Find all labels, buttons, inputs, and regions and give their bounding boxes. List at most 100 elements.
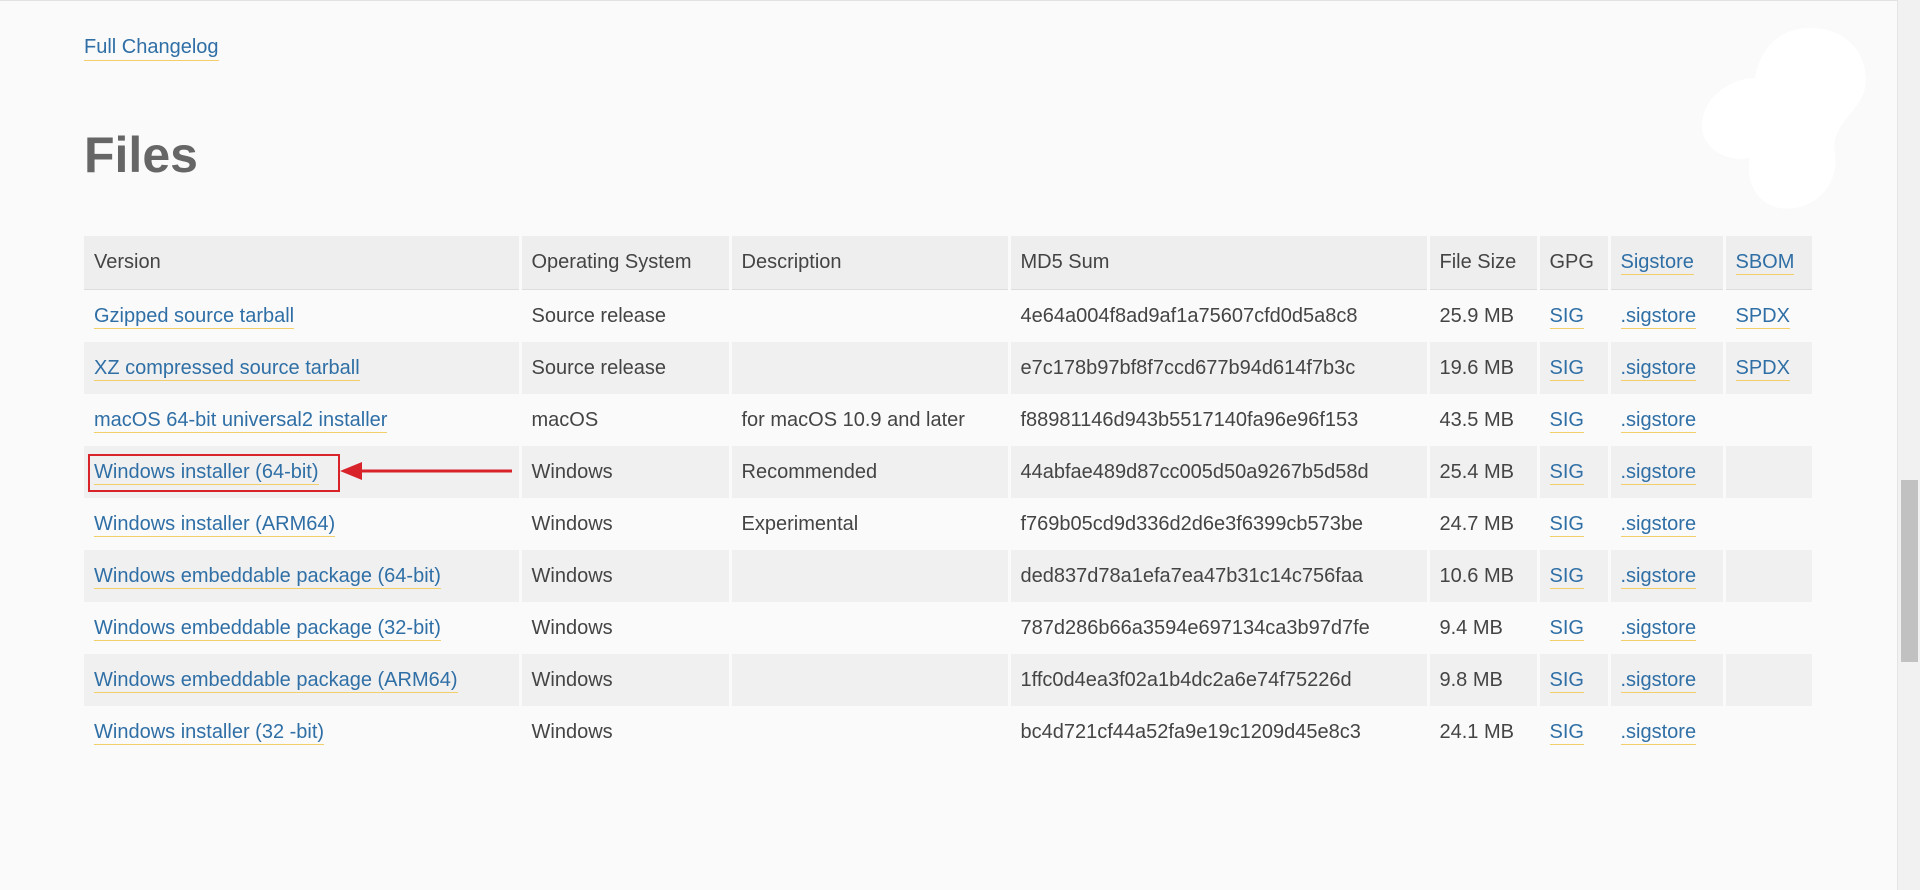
sbom-cell [1722,602,1812,654]
sigstore-cell[interactable]: .sigstore [1607,446,1724,498]
gpg-sig-link[interactable]: SIG [1549,304,1584,329]
md5-cell: 44abfae489d87cc005d50a9267b5d58d [1007,446,1428,498]
sbom-cell [1722,394,1812,446]
sigstore-link[interactable]: .sigstore [1620,408,1697,433]
sigstore-link[interactable]: .sigstore [1620,668,1697,693]
gpg-sig-link[interactable]: SIG [1549,512,1584,537]
gpg-cell[interactable]: SIG [1536,602,1609,654]
version-link[interactable]: Windows embeddable package (64-bit) [94,564,441,589]
os-cell: Windows [518,706,730,758]
size-cell: 10.6 MB [1426,550,1538,602]
sigstore-link[interactable]: .sigstore [1620,616,1697,641]
description-cell [728,550,1009,602]
sigstore-cell[interactable]: .sigstore [1607,602,1724,654]
gpg-sig-link[interactable]: SIG [1549,564,1584,589]
description-cell [728,602,1009,654]
os-cell: Windows [518,654,730,706]
header-file-size: File Size [1426,236,1538,290]
size-cell: 9.8 MB [1426,654,1538,706]
gpg-cell[interactable]: SIG [1536,394,1609,446]
version-cell[interactable]: Windows installer (32 -bit) [84,706,520,758]
header-operating-system: Operating System [518,236,730,290]
header-description: Description [728,236,1009,290]
description-cell [728,289,1009,342]
gpg-sig-link[interactable]: SIG [1549,668,1584,693]
sigstore-cell[interactable]: .sigstore [1607,394,1724,446]
description-cell: Experimental [728,498,1009,550]
sigstore-cell[interactable]: .sigstore [1607,706,1724,758]
sigstore-header-link[interactable]: Sigstore [1620,251,1694,275]
gpg-sig-link[interactable]: SIG [1549,356,1584,381]
gpg-sig-link[interactable]: SIG [1549,720,1584,745]
os-cell: Source release [518,342,730,394]
md5-cell: f88981146d943b5517140fa96e96f153 [1007,394,1428,446]
sbom-cell[interactable]: SPDX [1722,342,1812,394]
gpg-cell[interactable]: SIG [1536,550,1609,602]
gpg-cell[interactable]: SIG [1536,706,1609,758]
files-heading: Files [84,127,198,183]
header-sbom[interactable]: SBOM [1722,236,1812,290]
version-link[interactable]: XZ compressed source tarball [94,356,360,381]
version-cell[interactable]: Windows installer (ARM64) [84,498,520,550]
version-link[interactable]: Windows embeddable package (32-bit) [94,616,441,641]
version-link[interactable]: Windows installer (ARM64) [94,512,336,537]
version-cell[interactable]: Gzipped source tarball [84,289,520,342]
sigstore-cell[interactable]: .sigstore [1607,289,1724,342]
sigstore-link[interactable]: .sigstore [1620,460,1697,485]
sbom-spdx-link[interactable]: SPDX [1735,304,1790,329]
table-row: Windows embeddable package (ARM64) Windo… [84,654,1812,706]
sbom-cell[interactable]: SPDX [1722,289,1812,342]
version-link[interactable]: Gzipped source tarball [94,304,295,329]
gpg-cell[interactable]: SIG [1536,654,1609,706]
sbom-spdx-link[interactable]: SPDX [1735,356,1790,381]
header-md5-sum: MD5 Sum [1007,236,1428,290]
highlight-box [88,454,340,492]
version-link[interactable]: Windows installer (32 -bit) [94,720,325,745]
table-row: Gzipped source tarball Source release 4e… [84,289,1812,342]
sbom-cell [1722,446,1812,498]
table-header-row: Version Operating System Description MD5… [84,236,1812,290]
sigstore-cell[interactable]: .sigstore [1607,342,1724,394]
version-link[interactable]: macOS 64-bit universal2 installer [94,408,388,433]
description-cell: for macOS 10.9 and later [728,394,1009,446]
sigstore-link[interactable]: .sigstore [1620,304,1697,329]
gpg-sig-link[interactable]: SIG [1549,460,1584,485]
sbom-cell [1722,550,1812,602]
gpg-cell[interactable]: SIG [1536,498,1609,550]
version-link[interactable]: Windows embeddable package (ARM64) [94,668,458,693]
version-cell[interactable]: XZ compressed source tarball [84,342,520,394]
sbom-header-link[interactable]: SBOM [1735,251,1795,275]
gpg-sig-link[interactable]: SIG [1549,408,1584,433]
version-cell[interactable]: Windows embeddable package (32-bit) [84,602,520,654]
os-cell: Source release [518,289,730,342]
table-row: Windows embeddable package (32-bit) Wind… [84,602,1812,654]
size-cell: 19.6 MB [1426,342,1538,394]
sigstore-cell[interactable]: .sigstore [1607,654,1724,706]
vertical-scrollbar[interactable] [1897,0,1920,890]
sigstore-link[interactable]: .sigstore [1620,356,1697,381]
md5-cell: ded837d78a1efa7ea47b31c14c756faa [1007,550,1428,602]
md5-cell: 1ffc0d4ea3f02a1b4dc2a6e74f75226d [1007,654,1428,706]
sigstore-link[interactable]: .sigstore [1620,564,1697,589]
sigstore-link[interactable]: .sigstore [1620,512,1697,537]
header-gpg: GPG [1536,236,1609,290]
size-cell: 24.1 MB [1426,706,1538,758]
version-cell[interactable]: Windows embeddable package (ARM64) [84,654,520,706]
size-cell: 25.9 MB [1426,289,1538,342]
os-cell: Windows [518,550,730,602]
table-row: Windows embeddable package (64-bit) Wind… [84,550,1812,602]
gpg-cell[interactable]: SIG [1536,289,1609,342]
sigstore-cell[interactable]: .sigstore [1607,550,1724,602]
version-cell[interactable]: macOS 64-bit universal2 installer [84,394,520,446]
gpg-cell[interactable]: SIG [1536,342,1609,394]
scrollbar-thumb[interactable] [1901,480,1918,662]
size-cell: 24.7 MB [1426,498,1538,550]
full-changelog-link[interactable]: Full Changelog [84,36,219,61]
gpg-cell[interactable]: SIG [1536,446,1609,498]
header-sigstore[interactable]: Sigstore [1607,236,1724,290]
sbom-cell [1722,706,1812,758]
sigstore-link[interactable]: .sigstore [1620,720,1697,745]
version-cell[interactable]: Windows embeddable package (64-bit) [84,550,520,602]
gpg-sig-link[interactable]: SIG [1549,616,1584,641]
sigstore-cell[interactable]: .sigstore [1607,498,1724,550]
